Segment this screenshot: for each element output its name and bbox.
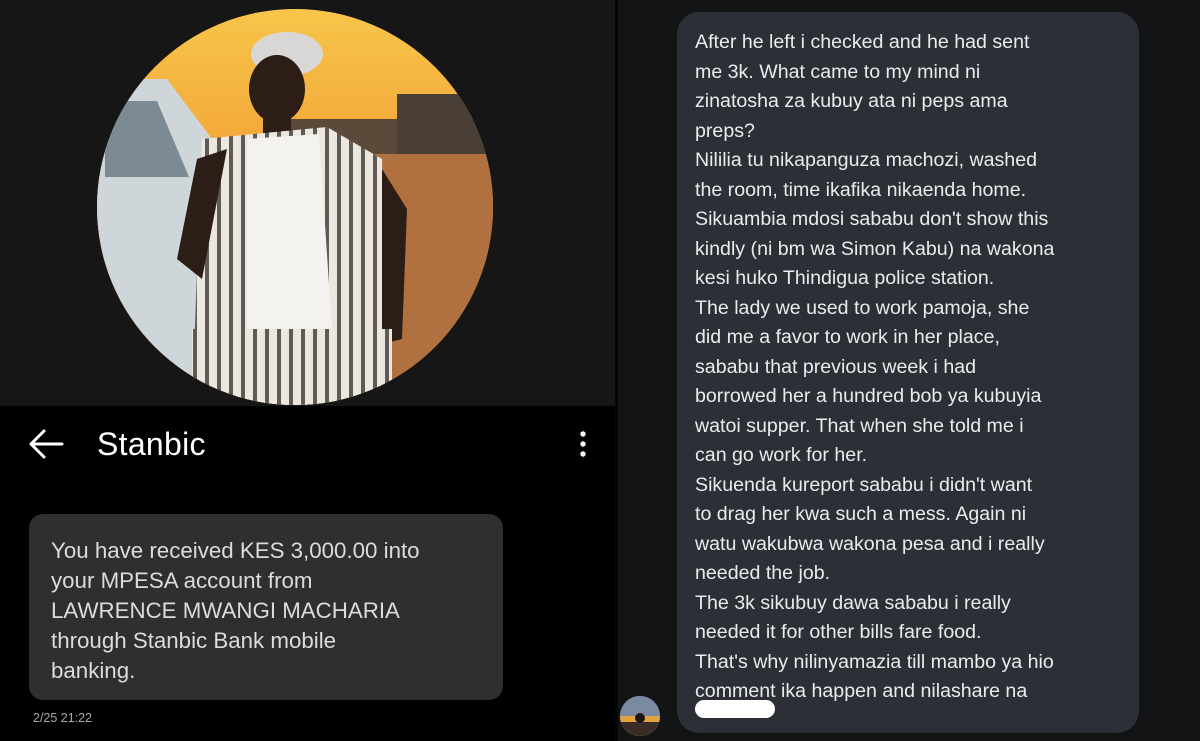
- comment-line: kesi huko Thindigua police station.: [695, 267, 995, 289]
- sms-screen: Stanbic You have received KES 3,000.00 i…: [0, 0, 615, 741]
- comment-line: Sikuenda kureport sababu i didn't want: [695, 473, 1033, 496]
- comment-line: the room, time ikafika nikaenda home.: [695, 178, 1027, 201]
- comment-line: The lady we used to work pamoja, she: [695, 296, 1030, 319]
- conversation-title: Stanbic: [97, 426, 206, 462]
- sms-message-line: your MPESA account from: [51, 568, 313, 593]
- comment-line: borrowed her a hundred bob ya kubuyia: [695, 385, 1042, 407]
- comment-line: needed the job.: [695, 562, 831, 584]
- comment-line: sababu that previous week i had: [695, 355, 977, 378]
- comment-bubble[interactable]: After he left i checked and he had sent …: [677, 12, 1139, 733]
- comment-line: needed it for other bills fare food.: [695, 621, 982, 643]
- comment-line: The 3k sikubuy dawa sababu i really: [695, 591, 1011, 614]
- sms-message-line: LAWRENCE MWANGI MACHARIA: [51, 598, 400, 623]
- comment-line: preps?: [695, 119, 755, 142]
- comment-line: That's why nilinyamazia till mambo ya hi…: [695, 650, 1054, 673]
- sms-message-line: through Stanbic Bank mobile: [51, 628, 337, 653]
- redacted-name: [695, 700, 775, 718]
- more-vertical-icon[interactable]: [572, 424, 594, 464]
- comment-line: kindly (ni bm wa Simon Kabu) na wakona: [695, 237, 1055, 260]
- comment-line: Nililia tu nikapanguza machozi, washed: [695, 149, 1037, 171]
- sms-message-bubble[interactable]: You have received KES 3,000.00 into your…: [29, 514, 503, 700]
- sms-message-line: banking.: [51, 658, 136, 683]
- message-timestamp: 2/25 21:22: [33, 711, 93, 725]
- comment-line: After he left i checked and he had sent: [695, 31, 1030, 53]
- arrow-left-icon[interactable]: [26, 424, 66, 464]
- comment-line: me 3k. What came to my mind ni: [695, 60, 981, 83]
- profile-photo-illustration: [97, 9, 493, 405]
- comment-line: can go work for her.: [695, 444, 868, 466]
- comment-line: did me a favor to work in her place,: [695, 326, 1000, 348]
- sms-message-line: You have received KES 3,000.00 into: [51, 538, 420, 563]
- comment-line: zinatosha za kubuy ata ni peps ama: [695, 90, 1008, 112]
- comment-line: Sikuambia mdosi sababu don't show this: [695, 208, 1049, 230]
- comment-line: watu wakubwa wakona pesa and i really: [695, 532, 1045, 555]
- comment-line: watoi supper. That when she told me i: [695, 414, 1024, 437]
- comment-line: to drag her kwa such a mess. Again ni: [695, 503, 1027, 525]
- profile-photo: [97, 9, 493, 405]
- commenter-avatar[interactable]: [620, 696, 660, 736]
- app-bar: [0, 406, 615, 486]
